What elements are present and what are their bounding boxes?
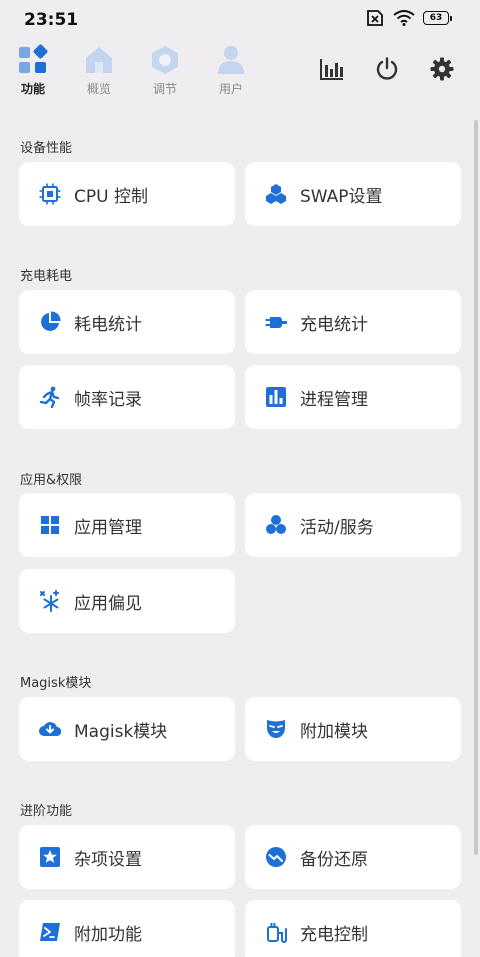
battery-icon: 63	[423, 11, 452, 25]
card-addon-features[interactable]: 附加功能	[19, 900, 235, 957]
card-label: SWAP设置	[300, 186, 383, 207]
wifi-icon	[393, 10, 415, 26]
card-app-manager[interactable]: 应用管理	[19, 493, 235, 557]
card-app-freeze[interactable]: 应用偏见	[19, 569, 235, 633]
apps-grid-icon	[41, 516, 59, 534]
tab-label: 功能	[20, 82, 45, 96]
card-label: 应用管理	[74, 517, 142, 538]
card-label: 杂项设置	[74, 849, 142, 870]
card-label: 活动/服务	[300, 517, 374, 538]
terminal-icon	[40, 923, 60, 941]
cloud-download-icon	[39, 722, 61, 737]
snowflake-icon	[40, 590, 59, 612]
cpu-icon	[39, 183, 61, 205]
circles-icon	[266, 515, 286, 534]
running-icon	[39, 386, 60, 408]
card-label: Magisk模块	[74, 721, 168, 742]
tab-label: 调节	[152, 82, 177, 96]
section-title-advanced: 进阶功能	[20, 804, 73, 819]
tab-tune[interactable]: 调节	[140, 44, 190, 97]
card-power-stats[interactable]: 耗电统计	[19, 290, 235, 354]
card-label: 进程管理	[300, 389, 368, 410]
charger-icon	[267, 923, 287, 943]
tab-overview[interactable]: 概览	[74, 44, 124, 97]
hexagon-icon	[152, 46, 178, 74]
trend-icon	[266, 847, 286, 867]
top-nav: 功能 概览 调节 用户	[0, 44, 480, 104]
cubes-icon	[266, 184, 286, 204]
status-time: 23:51	[24, 10, 79, 30]
card-backup-restore[interactable]: 备份还原	[245, 825, 461, 889]
card-misc-settings[interactable]: 杂项设置	[19, 825, 235, 889]
card-charge-control[interactable]: 充电控制	[245, 900, 461, 957]
scrollbar[interactable]	[474, 120, 478, 855]
card-label: 附加模块	[300, 721, 368, 742]
gear-icon[interactable]	[429, 56, 455, 82]
card-charge-stats[interactable]: 充电统计	[245, 290, 461, 354]
section-title-performance: 设备性能	[20, 141, 73, 156]
card-label: 备份还原	[300, 849, 368, 870]
tab-user[interactable]: 用户	[206, 44, 256, 97]
card-label: CPU 控制	[74, 186, 148, 207]
power-icon[interactable]	[374, 56, 400, 82]
section-title-magisk: Magisk模块	[20, 676, 92, 691]
card-label: 帧率记录	[74, 389, 142, 410]
status-bar: 23:51 63	[0, 0, 480, 40]
card-addon-module[interactable]: 附加模块	[245, 697, 461, 761]
card-cpu-control[interactable]: CPU 控制	[19, 162, 235, 226]
card-label: 充电控制	[300, 924, 368, 945]
card-label: 应用偏见	[74, 593, 142, 614]
status-icons: 63	[365, 10, 452, 26]
star-icon	[40, 847, 60, 867]
card-magisk-module[interactable]: Magisk模块	[19, 697, 235, 761]
user-icon	[218, 46, 244, 74]
pie-chart-icon	[41, 311, 61, 331]
mask-icon	[267, 720, 285, 738]
card-process-manager[interactable]: 进程管理	[245, 365, 461, 429]
no-sim-icon	[365, 10, 385, 26]
tab-label: 用户	[218, 82, 243, 96]
battery-level: 63	[423, 11, 449, 25]
section-title-battery: 充电耗电	[20, 269, 73, 284]
home-icon	[86, 47, 112, 73]
plug-icon	[265, 317, 287, 328]
grid-diamond-icon	[19, 44, 48, 73]
card-activity-service[interactable]: 活动/服务	[245, 493, 461, 557]
bar-chart-icon[interactable]	[319, 56, 345, 82]
card-swap-settings[interactable]: SWAP设置	[245, 162, 461, 226]
card-fps-record[interactable]: 帧率记录	[19, 365, 235, 429]
section-title-apps: 应用&权限	[20, 473, 83, 488]
tab-functions[interactable]: 功能	[8, 44, 58, 97]
bar-graph-icon	[266, 387, 286, 407]
card-label: 充电统计	[300, 314, 368, 335]
card-label: 耗电统计	[74, 314, 142, 335]
tab-label: 概览	[86, 82, 111, 96]
card-label: 附加功能	[74, 924, 142, 945]
